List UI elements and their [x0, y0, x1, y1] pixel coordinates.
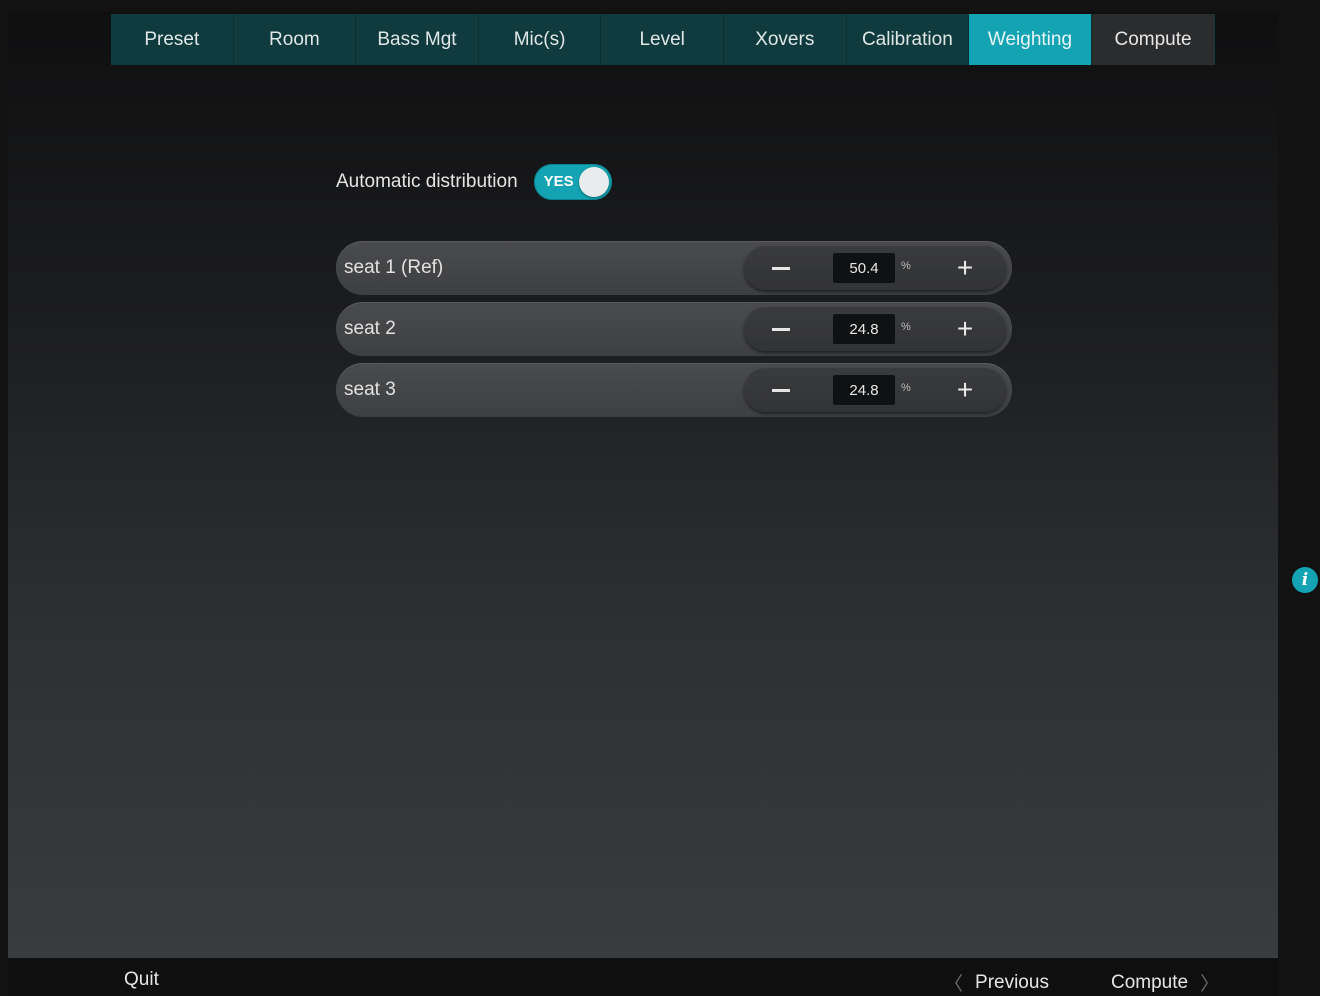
tab-mics[interactable]: Mic(s) [479, 14, 602, 65]
auto-distribution-row: Automatic distribution YES [336, 162, 612, 202]
plus-icon: + [956, 313, 974, 344]
seat-3-stepper: 24.8 % + [744, 368, 1006, 412]
minus-icon [772, 327, 790, 331]
tab-calibration[interactable]: Calibration [847, 14, 970, 65]
percent-unit: % [901, 321, 911, 333]
tab-preset[interactable]: Preset [111, 14, 234, 65]
seat-1-value-field[interactable]: 50.4 [833, 253, 895, 283]
plus-icon: + [956, 252, 974, 283]
previous-button[interactable]: 〈 Previous [944, 969, 1049, 996]
percent-unit: % [901, 260, 911, 272]
seat-2-value-field[interactable]: 24.8 [833, 314, 895, 344]
chevron-right-icon: 〉 [1200, 974, 1220, 995]
minus-icon [772, 388, 790, 392]
tab-room[interactable]: Room [234, 14, 357, 65]
seat-list: seat 1 (Ref) 50.4 % + seat 2 24.8 % + se… [336, 241, 1012, 424]
toggle-knob [578, 167, 609, 197]
seat-row-1: seat 1 (Ref) 50.4 % + [336, 241, 1012, 295]
plus-icon: + [956, 374, 974, 405]
bottom-nav-bar: Quit 〈 Previous Compute 〉 [8, 958, 1278, 996]
seat-label: seat 3 [344, 379, 396, 400]
seat-2-stepper: 24.8 % + [744, 307, 1006, 351]
previous-label: Previous [975, 971, 1049, 993]
seat-1-increment-button[interactable]: + [940, 246, 990, 290]
seat-label: seat 2 [344, 318, 396, 339]
seat-2-decrement-button[interactable] [756, 307, 806, 351]
seat-1-stepper: 50.4 % + [744, 246, 1006, 290]
tab-bass-mgt[interactable]: Bass Mgt [356, 14, 479, 65]
auto-distribution-toggle[interactable]: YES [533, 164, 612, 200]
quit-button[interactable]: Quit [124, 969, 159, 991]
tab-compute[interactable]: Compute [1091, 14, 1215, 65]
toggle-state-text: YES [543, 173, 574, 190]
tab-xovers[interactable]: Xovers [724, 14, 847, 65]
minus-icon [772, 266, 790, 270]
seat-row-2: seat 2 24.8 % + [336, 302, 1012, 356]
tab-bar: Preset Room Bass Mgt Mic(s) Level Xovers… [111, 14, 1215, 65]
auto-distribution-label: Automatic distribution [336, 171, 518, 192]
seat-3-increment-button[interactable]: + [940, 368, 990, 412]
seat-1-decrement-button[interactable] [756, 246, 806, 290]
compute-next-button[interactable]: Compute 〉 [1111, 969, 1219, 996]
main-screen: Preset Room Bass Mgt Mic(s) Level Xovers… [8, 12, 1278, 958]
chevron-left-icon: 〈 [944, 974, 964, 995]
seat-label: seat 1 (Ref) [344, 257, 444, 278]
app-frame: Preset Room Bass Mgt Mic(s) Level Xovers… [0, 0, 1320, 996]
compute-next-label: Compute [1111, 971, 1189, 993]
info-glyph: i [1301, 570, 1309, 590]
seat-row-3: seat 3 24.8 % + [336, 363, 1012, 417]
tab-weighting[interactable]: Weighting [969, 14, 1092, 65]
info-icon[interactable]: i [1292, 567, 1318, 593]
seat-3-decrement-button[interactable] [756, 368, 806, 412]
percent-unit: % [901, 382, 911, 394]
seat-2-increment-button[interactable]: + [940, 307, 990, 351]
seat-3-value-field[interactable]: 24.8 [833, 375, 895, 405]
tab-level[interactable]: Level [601, 14, 724, 65]
